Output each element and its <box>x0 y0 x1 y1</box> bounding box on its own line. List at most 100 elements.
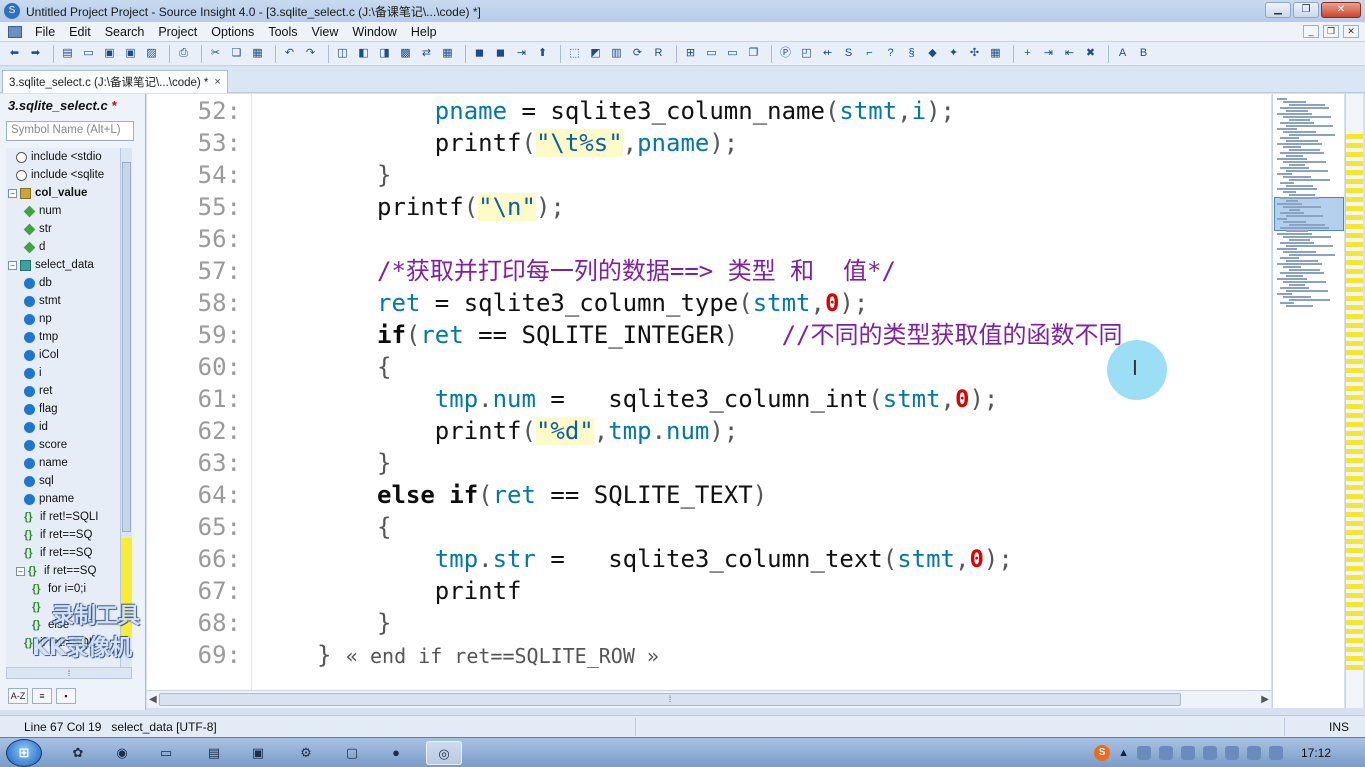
doc-restore-button[interactable]: ❐ <box>1323 25 1339 38</box>
menu-search[interactable]: Search <box>98 25 152 39</box>
grid-icon[interactable]: ▦ <box>987 45 1004 62</box>
tray-app-icon-4[interactable] <box>1202 746 1217 760</box>
symbol-item[interactable]: − col_value <box>8 184 87 202</box>
layout-icon-4[interactable]: ❐ <box>745 45 762 62</box>
layout-icon-3[interactable]: ▭ <box>724 45 741 62</box>
symbol-item[interactable]: {} if ret==SQ <box>24 544 92 562</box>
symbol-item[interactable]: str <box>23 220 52 238</box>
replace-icon[interactable]: ⇄ <box>418 45 435 62</box>
sync-icon[interactable]: ⟳ <box>629 45 646 62</box>
editor-hscrollbar[interactable]: ◀ ⁞ ▶ <box>147 690 1271 708</box>
symbol-item[interactable]: num <box>23 202 61 220</box>
r-icon[interactable]: R <box>650 45 667 62</box>
layout-icon-2[interactable]: ▭ <box>703 45 720 62</box>
taskbar-app-notepad[interactable]: ▤ <box>196 741 232 765</box>
jump-icon[interactable]: ⇥ <box>513 45 530 62</box>
qq-icon[interactable] <box>1158 746 1173 760</box>
symbol-item[interactable]: sql <box>24 472 54 490</box>
save-icon[interactable]: ▣ <box>101 45 118 62</box>
font-b-icon[interactable]: B <box>1135 45 1152 62</box>
symbol-item[interactable]: {} if ret==SQ <box>24 526 92 544</box>
clock[interactable]: 17:12 <box>1301 746 1331 760</box>
minimize-button[interactable]: ▁ <box>1265 2 1291 18</box>
menu-window[interactable]: Window <box>345 25 403 39</box>
copy-icon[interactable]: ❏ <box>228 45 245 62</box>
relation-icon[interactable]: ⇷ <box>819 45 836 62</box>
symbol-item[interactable]: score <box>24 436 67 454</box>
bookmark-icon[interactable]: ◼ <box>471 45 488 62</box>
menu-edit[interactable]: Edit <box>62 25 98 39</box>
taskbar-app-source-insight[interactable]: ◎ <box>426 741 462 765</box>
symbol-search-input[interactable]: Symbol Name (Alt+L) <box>6 121 134 141</box>
code-overview-panel[interactable] <box>1272 94 1344 708</box>
close-button[interactable]: ✕ <box>1321 2 1361 18</box>
network-icon[interactable] <box>1224 746 1239 760</box>
symbol-tree-hscrollbar[interactable]: ⁞ <box>6 667 132 679</box>
lookup-icon[interactable]: ▦ <box>439 45 456 62</box>
layout-icon-1[interactable]: ⊞ <box>682 45 699 62</box>
symbol-item[interactable]: db <box>24 274 52 292</box>
doc-minimize-button[interactable]: _ <box>1303 25 1319 38</box>
symbol-item[interactable]: {} for i=0;i <box>32 580 86 598</box>
project-icon[interactable]: ⬚ <box>566 45 583 62</box>
ime-icon[interactable]: S <box>1094 745 1111 761</box>
symbol-item[interactable]: include <sqlite <box>16 166 104 184</box>
volume-icon[interactable] <box>1268 746 1283 760</box>
print-icon[interactable]: ⎙ <box>175 45 192 62</box>
help-icon[interactable]: ? <box>882 45 899 62</box>
sync-tree-icon[interactable]: ✣ <box>966 45 983 62</box>
shield-icon[interactable] <box>1246 746 1261 760</box>
p-icon[interactable]: Ⓟ <box>777 45 794 62</box>
undo-icon[interactable]: ↶ <box>281 45 298 62</box>
doc-close-button[interactable]: ✕ <box>1343 25 1359 38</box>
symbol-item[interactable]: {} if ret!=SQLI <box>24 508 98 526</box>
symbol-item[interactable]: iCol <box>24 346 59 364</box>
zoom-in-icon[interactable]: + <box>1019 45 1036 62</box>
symbol-item[interactable]: i <box>24 364 42 382</box>
document-system-menu-icon[interactable] <box>8 25 22 38</box>
symbol-item[interactable]: include <stdio <box>16 148 102 166</box>
symbol-window-icon[interactable]: ◩ <box>587 45 604 62</box>
tray-expand-icon[interactable]: ▲ <box>1118 747 1129 759</box>
symbol-item[interactable]: pname <box>24 490 74 508</box>
category-view-button[interactable]: ▪ <box>56 688 76 704</box>
restore-button[interactable]: ❐ <box>1293 2 1319 18</box>
symbol-item[interactable]: − select_data <box>8 256 94 274</box>
indent-icon[interactable]: ⇥ <box>1040 45 1057 62</box>
symbol-item[interactable]: id <box>24 418 48 436</box>
menu-file[interactable]: File <box>28 25 62 39</box>
scroll-right-icon[interactable]: ▶ <box>1261 694 1269 705</box>
script-icon[interactable]: § <box>903 45 920 62</box>
hscroll-thumb[interactable]: ⁞ <box>159 693 1181 706</box>
symbol-item[interactable]: name <box>24 454 68 472</box>
menu-help[interactable]: Help <box>404 25 444 39</box>
book-icon[interactable]: ▥ <box>608 45 625 62</box>
taskbar-app-recorder[interactable]: ● <box>378 741 414 765</box>
taskbar-app-paint[interactable]: ✿ <box>60 741 96 765</box>
taskbar-app-explorer[interactable]: ▭ <box>148 741 184 765</box>
list-view-button[interactable]: ≡ <box>32 688 52 704</box>
symbol-item[interactable]: d <box>23 238 45 256</box>
taskbar-app-green[interactable]: ▣ <box>240 741 276 765</box>
close-file-icon[interactable]: ▨ <box>143 45 160 62</box>
symbol-item[interactable]: np <box>24 310 52 328</box>
scrollbar-thumb[interactable] <box>122 162 131 532</box>
menu-view[interactable]: View <box>305 25 346 39</box>
font-a-icon[interactable]: A <box>1114 45 1131 62</box>
bookmark-list-icon[interactable]: ◼ <box>492 45 509 62</box>
menu-tools[interactable]: Tools <box>261 25 304 39</box>
tab-close-icon[interactable]: × <box>214 76 220 88</box>
start-button[interactable]: ⊞ <box>6 739 42 767</box>
search-files-icon[interactable]: ▩ <box>397 45 414 62</box>
taskbar-app-chrome[interactable]: ◉ <box>104 741 140 765</box>
vertical-scrollbar[interactable] <box>1345 94 1363 708</box>
menu-project[interactable]: Project <box>151 25 204 39</box>
symbol-item[interactable]: −{} if ret==SQ <box>16 562 96 580</box>
go-to-icon[interactable]: ⬆ <box>534 45 551 62</box>
tray-app-icon-1[interactable] <box>1136 746 1151 760</box>
redo-icon[interactable]: ↷ <box>302 45 319 62</box>
symbol-item[interactable]: flag <box>24 400 58 418</box>
code-editor[interactable]: I 52: pname = sqlite3_column_name(stmt,i… <box>147 94 1271 690</box>
delete-icon[interactable]: ✖ <box>1082 45 1099 62</box>
taskbar-app-wrench[interactable]: ⚙ <box>288 741 324 765</box>
